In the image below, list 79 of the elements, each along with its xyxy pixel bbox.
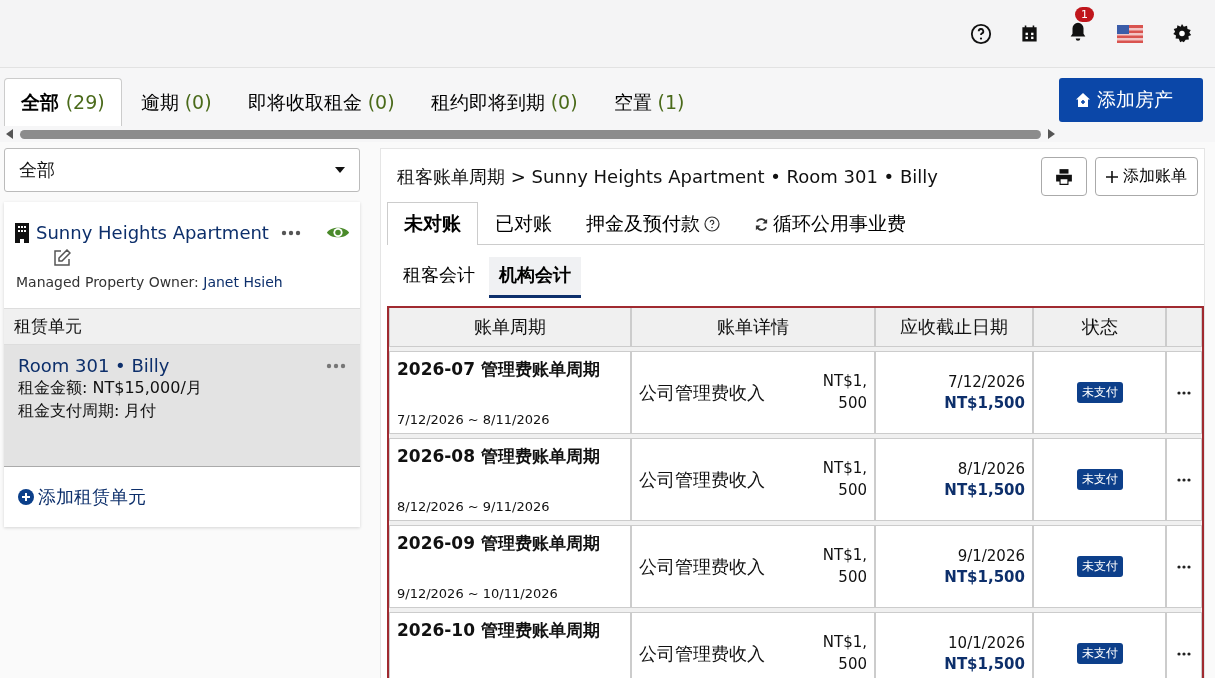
more-icon[interactable] xyxy=(280,229,301,236)
notification-count: 1 xyxy=(1075,6,1094,22)
status-badge: 未支付 xyxy=(1076,643,1123,664)
plus-icon xyxy=(1106,170,1118,183)
add-bill-button[interactable]: 添加账单 xyxy=(1095,157,1198,196)
column-header: 账单详情 xyxy=(631,308,875,347)
bill-amount: NT$1,500 xyxy=(821,370,867,414)
owner-label: Managed Property Owner: xyxy=(16,274,199,290)
bill-period-title: 2026-09 管理费账单周期 xyxy=(397,532,601,555)
filter-tab[interactable]: 空置 (1) xyxy=(596,78,702,126)
print-icon xyxy=(1055,167,1073,186)
accounting-tab[interactable]: 机构会计 xyxy=(489,257,581,298)
column-header: 状态 xyxy=(1033,308,1166,347)
edit-icon[interactable] xyxy=(53,249,71,267)
unit-cycle: 租金支付周期: 月付 xyxy=(18,401,158,422)
bill-tab[interactable]: 押金及预付款 xyxy=(569,202,737,245)
due-amount: NT$1,500 xyxy=(944,394,1025,412)
column-header: 应收截止日期 xyxy=(875,308,1033,347)
bill-amount: NT$1,500 xyxy=(821,631,867,675)
column-header: 账单周期 xyxy=(389,308,631,347)
scrollbar-thumb[interactable] xyxy=(20,129,1041,139)
unit-item[interactable]: Room 301 • Billy 租金金额: NT$15,000/月 租金支付周期: 月付 xyxy=(4,345,360,467)
accounting-tab[interactable]: 租客会计 xyxy=(393,257,485,298)
bill-period-title: 2026-08 管理费账单周期 xyxy=(397,445,601,468)
scroll-right-icon[interactable] xyxy=(1047,129,1055,139)
due-amount: NT$1,500 xyxy=(944,655,1025,673)
bill-item: 公司管理费收入 xyxy=(639,554,765,579)
status-badge: 未支付 xyxy=(1076,556,1123,577)
unit-name: Room 301 • Billy xyxy=(18,355,170,376)
help-icon xyxy=(704,216,720,232)
flag-icon[interactable] xyxy=(1117,24,1143,43)
due-date: 8/1/2026 xyxy=(957,460,1025,478)
help-icon[interactable] xyxy=(970,22,992,45)
bill-period-title: 2026-10 管理费账单周期 xyxy=(397,619,601,642)
print-button[interactable] xyxy=(1041,157,1087,196)
due-amount: NT$1,500 xyxy=(944,568,1025,586)
settings-icon[interactable] xyxy=(1171,22,1193,45)
building-icon xyxy=(14,222,30,243)
refresh-icon xyxy=(754,216,769,232)
due-amount: NT$1,500 xyxy=(944,481,1025,499)
bill-item: 公司管理费收入 xyxy=(639,467,765,492)
bill-tab[interactable]: 未对账 xyxy=(387,202,478,245)
house-icon xyxy=(1075,92,1091,108)
column-header xyxy=(1166,308,1202,347)
status-badge: 未支付 xyxy=(1076,382,1123,403)
more-icon[interactable] xyxy=(1177,390,1191,395)
caret-icon xyxy=(335,167,345,173)
unit-rent: 租金金额: NT$15,000/月 xyxy=(18,378,203,399)
more-icon[interactable] xyxy=(1177,564,1191,569)
breadcrumb: 租客账单周期 > Sunny Heights Apartment • Room 301 • Billy xyxy=(397,164,938,189)
add-property-button[interactable]: 添加房产 xyxy=(1059,78,1203,122)
due-date: 9/1/2026 xyxy=(957,547,1025,565)
bill-item: 公司管理费收入 xyxy=(639,641,765,666)
filter-tab[interactable]: 即将收取租金 (0) xyxy=(230,78,412,126)
bill-amount: NT$1,500 xyxy=(821,544,867,588)
bill-period-title: 2026-07 管理费账单周期 xyxy=(397,358,601,381)
bill-tab[interactable]: 循环公用事业费 xyxy=(737,202,923,245)
bill-item: 公司管理费收入 xyxy=(639,380,765,405)
more-icon[interactable] xyxy=(1177,651,1191,656)
scroll-left-icon[interactable] xyxy=(6,129,14,139)
units-heading: 租赁单元 xyxy=(4,308,360,345)
bill-period-range: 8/12/2026 ~ 9/11/2026 xyxy=(397,499,551,514)
property-filter-select[interactable]: 全部 xyxy=(4,148,360,192)
bill-amount: NT$1,500 xyxy=(821,457,867,501)
bill-period-range: 9/12/2026 ~ 10/11/2026 xyxy=(397,586,559,601)
bill-period-range: 7/12/2026 ~ 8/11/2026 xyxy=(397,412,551,427)
filter-tab[interactable]: 全部 (29) xyxy=(4,78,122,126)
add-unit-link[interactable]: 添加租赁单元 xyxy=(4,467,360,527)
filter-tab[interactable]: 租约即将到期 (0) xyxy=(413,78,595,126)
owner-link[interactable]: Janet Hsieh xyxy=(203,274,283,290)
filter-tab[interactable]: 逾期 (0) xyxy=(123,78,229,126)
more-icon[interactable] xyxy=(1177,477,1191,482)
property-name-link[interactable]: Sunny Heights Apartment xyxy=(36,222,269,243)
plus-circle-icon xyxy=(18,489,34,505)
status-badge: 未支付 xyxy=(1076,469,1123,490)
calendar-icon[interactable] xyxy=(1020,24,1039,43)
due-date: 7/12/2026 xyxy=(948,373,1025,391)
bill-tab[interactable]: 已对账 xyxy=(478,202,569,245)
due-date: 10/1/2026 xyxy=(948,634,1025,652)
